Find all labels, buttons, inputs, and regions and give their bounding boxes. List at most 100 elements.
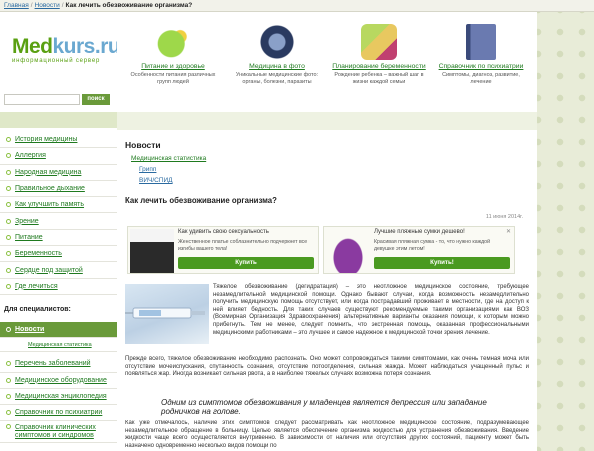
ad-image-dress [130, 229, 174, 273]
category-footer-bar [117, 112, 537, 130]
sidebar-item-label: Беременность [15, 250, 62, 258]
category-desc: Особенности питания различных групп люде… [130, 72, 216, 85]
breadcrumb-current: Как лечить обезвоживание организма? [65, 2, 193, 9]
ad-close-icon[interactable]: ✕ [506, 228, 511, 235]
bullet-icon [6, 153, 11, 159]
bullet-icon [6, 251, 11, 257]
sidebar-item-label: История медицины [15, 136, 78, 144]
bullet-icon [6, 234, 11, 240]
sidebar-item-history[interactable]: История медицины [0, 132, 117, 149]
bullet-icon [6, 169, 11, 175]
sidebar-item-news[interactable]: Новости [0, 322, 117, 339]
ad-title: Лучшие пляжные сумки дешево! [374, 229, 465, 235]
category-title: Медицина в фото [249, 63, 305, 70]
logo-text-kurs: kurs.ru [52, 35, 121, 58]
category-desc: Уникальные медицинские фото: органы, бол… [235, 72, 319, 85]
category-title: Справочник по психиатрии [438, 63, 524, 70]
ad-block-bag[interactable]: Лучшие пляжные сумки дешево! ✕ Красивая … [323, 226, 515, 274]
sidebar-item-folk-medicine[interactable]: Народная медицина [0, 165, 117, 181]
sidebar-item-allergy[interactable]: Аллергия [0, 148, 117, 165]
main-content: Питание и здоровье Особенности питания р… [117, 12, 537, 451]
sidebar-item-vision[interactable]: Зрение [0, 213, 117, 230]
article-quote: Одним из симптомов обезвоживания у младе… [161, 398, 487, 416]
bullet-icon [6, 186, 11, 192]
sidebar-item-diseases[interactable]: Перечень заболеваний [0, 356, 117, 373]
sidebar-item-label: Медицинское оборудование [15, 376, 107, 384]
sidebar-item-equipment[interactable]: Медицинское оборудование [0, 373, 117, 389]
sidebar-item-label: Народная медицина [15, 168, 82, 176]
breadcrumb-news[interactable]: Новости [35, 2, 60, 9]
ad-buy-button[interactable]: Купить [178, 257, 314, 269]
sidebar-item-nutrition[interactable]: Питание [0, 230, 117, 247]
bullet-icon [6, 202, 11, 208]
specialists-heading: Для специалистов: [4, 306, 71, 313]
logo-tagline: информационный сервер [12, 58, 101, 64]
article-paragraph-1: Тяжелое обезвоживание (дегидратация) – э… [213, 284, 529, 336]
article-date: 11 июня 2014г. [485, 214, 523, 220]
sidebar-item-label: Правильное дыхание [15, 185, 85, 193]
sidebar-item-where-to-treat[interactable]: Где лечиться [0, 279, 117, 295]
sidebar-item-symptoms[interactable]: Справочник клинических симптомов и синдр… [0, 421, 117, 444]
sidebar-item-label: Новости [15, 326, 45, 334]
sidebar-subitem-med-statistics[interactable]: Медицинская статистика [0, 338, 117, 353]
news-link-flu[interactable]: Грипп [139, 166, 156, 173]
sidebar-item-label: Где лечиться [15, 282, 58, 290]
ad-title: Как удивить свою сексуальность [178, 229, 269, 235]
sidebar-item-label: Сердце под защитой [15, 266, 83, 274]
psychiatry-book-icon [466, 24, 496, 60]
ad-buy-button[interactable]: Купить! [374, 257, 510, 269]
bullet-icon [6, 377, 11, 383]
sidebar-item-memory[interactable]: Как улучшить память [0, 197, 117, 214]
sidebar-item-psychiatry[interactable]: Справочник по психиатрии [0, 405, 117, 422]
sidebar-item-label: Как улучшить память [15, 201, 85, 209]
sidebar-item-label: Справочник по психиатрии [15, 409, 103, 417]
bullet-icon [6, 361, 11, 367]
logo-text-med: Med [12, 35, 53, 58]
news-link-hiv[interactable]: ВИЧ/СПИД [139, 177, 173, 184]
category-title: Питание и здоровье [141, 63, 205, 70]
apple-icon [155, 24, 191, 60]
sidebar-item-pregnancy[interactable]: Беременность [0, 246, 117, 263]
breadcrumb-separator: / [61, 2, 64, 9]
sidebar-item-breathing[interactable]: Правильное дыхание [0, 181, 117, 198]
category-pregnancy[interactable]: Планирование беременности Рождение ребен… [331, 24, 427, 86]
bullet-icon [6, 137, 11, 143]
article-image-syringe [125, 284, 209, 344]
syringe-icon [125, 307, 205, 319]
bullet-icon [6, 218, 11, 224]
sidebar-item-label: Аллергия [15, 152, 46, 160]
category-title: Планирование беременности [332, 63, 426, 70]
category-medicine-photo[interactable]: Медицина в фото Уникальные медицинские ф… [229, 24, 325, 86]
article-title: Как лечить обезвоживание организма? [125, 196, 277, 205]
article-paragraph-3: Как уже отмечалось, наличие этих симптом… [125, 420, 529, 449]
breadcrumb-home[interactable]: Главная [4, 2, 29, 9]
ad-text: Женственное платье соблазнительно подчер… [178, 239, 308, 252]
category-psychiatry[interactable]: Справочник по психиатрии Симптомы, диагн… [433, 24, 529, 86]
site-logo[interactable]: Medkurs.ru информационный сервер [12, 35, 121, 76]
search-input[interactable] [4, 94, 80, 105]
bullet-icon [6, 327, 11, 333]
sidebar-item-label: Питание [15, 233, 43, 241]
category-desc: Рождение ребенка – важный шаг в жизни ка… [334, 72, 424, 85]
search-button[interactable]: поиск [82, 94, 110, 105]
xray-icon [259, 24, 295, 60]
article-paragraph-2: Прежде всего, тяжелое обезвоживание необ… [125, 356, 529, 378]
sidebar-menu: История медицины Аллергия Народная медиц… [0, 132, 117, 295]
news-link-statistics[interactable]: Медицинская статистика [131, 155, 206, 162]
breadcrumb: Главная / Новости / Как лечить обезвоживание… [0, 0, 594, 12]
sidebar-item-label: Медицинская энциклопедия [15, 393, 107, 401]
sidebar-item-label: Зрение [15, 217, 39, 225]
category-nutrition[interactable]: Питание и здоровье Особенности питания р… [125, 24, 221, 86]
sidebar: Medkurs.ru информационный сервер поиск И… [0, 12, 121, 451]
ad-block-dress[interactable]: Как удивить свою сексуальность Женственн… [127, 226, 319, 274]
category-desc: Симптомы, диагноз, развитие, лечение [442, 72, 520, 85]
breadcrumb-separator: / [30, 2, 33, 9]
sidebar-item-encyclopedia[interactable]: Медицинская энциклопедия [0, 389, 117, 406]
bullet-icon [6, 424, 11, 430]
bullet-icon [6, 283, 11, 289]
sidebar-divider [0, 112, 117, 128]
bullet-icon [6, 394, 11, 400]
specialists-menu: Новости Медицинская статистика Перечень … [0, 322, 117, 444]
bullet-icon [6, 267, 11, 273]
sidebar-item-heart[interactable]: Сердце под защитой [0, 262, 117, 279]
